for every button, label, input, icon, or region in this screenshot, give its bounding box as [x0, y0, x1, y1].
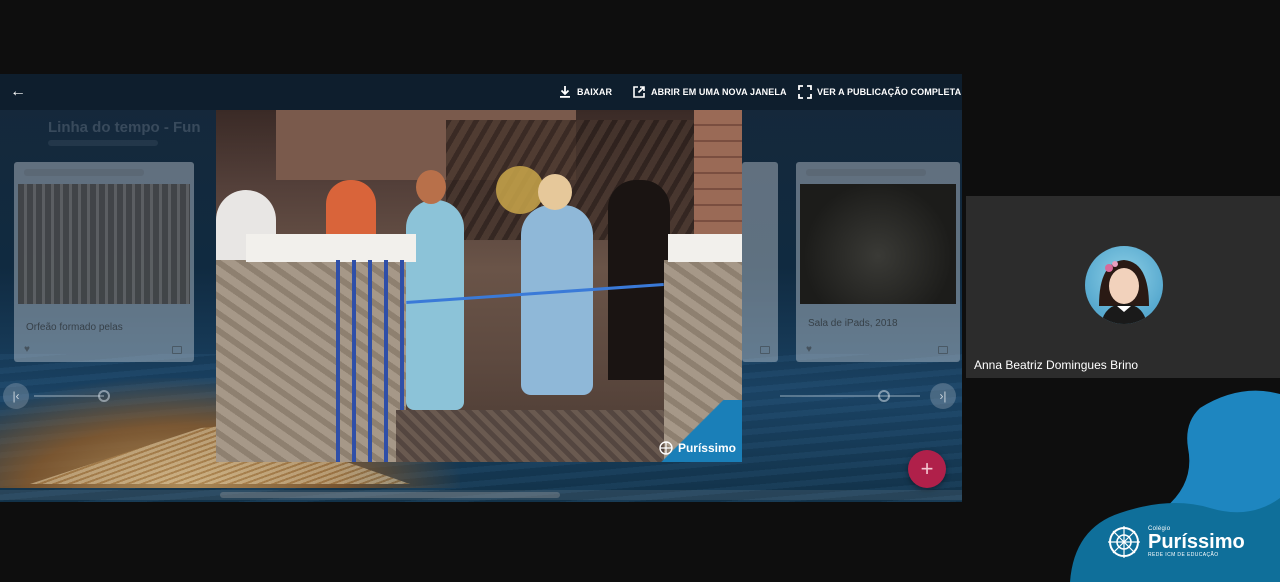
- shared-screen: Linha do tempo - Fun Orfeão formado pela…: [0, 74, 962, 502]
- timeline-track: [34, 395, 104, 397]
- school-emblem-icon: [1108, 526, 1140, 558]
- participant-tile[interactable]: Anna Beatriz Domingues Brino: [966, 196, 1280, 378]
- open-new-window-button[interactable]: ABRIR EM UMA NOVA JANELA: [632, 84, 787, 100]
- timeline-card-left[interactable]: Orfeão formado pelas ♥: [14, 162, 194, 362]
- horizontal-scrollbar[interactable]: [0, 490, 962, 500]
- timeline-subtitle: [48, 140, 158, 146]
- fullscreen-icon: [798, 85, 812, 99]
- brand-name: Puríssimo: [1148, 531, 1245, 553]
- photo-logo-text: Puríssimo: [677, 441, 736, 455]
- card-header: [24, 169, 144, 176]
- view-full-publication-label: VER A PUBLICAÇÃO COMPLETA: [817, 87, 962, 97]
- participant-name: Anna Beatriz Domingues Brino: [974, 358, 1139, 372]
- timeline-prev-button[interactable]: |‹: [3, 383, 29, 409]
- timeline-track: [780, 395, 920, 397]
- photo-person-blue-suit: [406, 200, 464, 410]
- heart-icon[interactable]: ♥: [24, 344, 30, 355]
- brand-text: Colégio Puríssimo REDE ICM DE EDUCAÇÃO: [1148, 526, 1245, 558]
- publication-photo: Puríssimo: [216, 110, 742, 462]
- scrollbar-thumb[interactable]: [220, 492, 560, 498]
- download-button[interactable]: BAIXAR: [558, 84, 612, 100]
- comment-icon[interactable]: [938, 346, 948, 354]
- photo-pillar-cap: [668, 234, 742, 262]
- photo-logo: Puríssimo: [658, 440, 736, 456]
- add-button[interactable]: +: [908, 450, 946, 488]
- participant-avatar: [1085, 246, 1163, 324]
- timeline-card-right[interactable]: Sala de iPads, 2018 ♥: [796, 162, 960, 362]
- photo-head: [538, 174, 572, 210]
- open-in-new-icon: [633, 86, 645, 98]
- card-label: Orfeão formado pelas: [26, 322, 123, 333]
- photo-person-dark: [608, 180, 670, 380]
- open-new-window-label: ABRIR EM UMA NOVA JANELA: [651, 87, 787, 97]
- photo-head: [416, 170, 446, 204]
- heart-icon[interactable]: ♥: [806, 344, 812, 355]
- photo-balloon: [496, 166, 544, 214]
- comment-icon[interactable]: [760, 346, 770, 354]
- card-label: Sala de iPads, 2018: [808, 318, 898, 329]
- download-label: BAIXAR: [577, 87, 613, 97]
- timeline-dot[interactable]: [878, 390, 890, 402]
- download-icon: [560, 86, 570, 98]
- card-image-ipad-room: [800, 184, 956, 304]
- timeline-dot[interactable]: [98, 390, 110, 402]
- photo-person-light-blue: [521, 205, 593, 395]
- viewer-toolbar: ← BAIXAR ABRIR EM UMA NOVA JANELA VER A …: [0, 74, 962, 110]
- school-emblem-icon: [659, 441, 673, 455]
- photo-pillar-cap: [246, 234, 416, 262]
- back-arrow-icon[interactable]: ←: [8, 83, 28, 101]
- card-image-choir: [18, 184, 190, 304]
- timeline-next-button[interactable]: ›|: [930, 383, 956, 409]
- card-header: [806, 169, 926, 176]
- brand-logo: Colégio Puríssimo REDE ICM DE EDUCAÇÃO: [1106, 524, 1245, 560]
- timeline-title: Linha do tempo - Fun: [48, 119, 201, 136]
- photo-floor: [396, 410, 664, 462]
- view-full-publication-button[interactable]: VER A PUBLICAÇÃO COMPLETA: [798, 84, 961, 100]
- meeting-stage: Linha do tempo - Fun Orfeão formado pela…: [0, 0, 1280, 582]
- comment-icon[interactable]: [172, 346, 182, 354]
- timeline-card-middle[interactable]: [742, 162, 778, 362]
- avatar-portrait-icon: [1099, 260, 1149, 324]
